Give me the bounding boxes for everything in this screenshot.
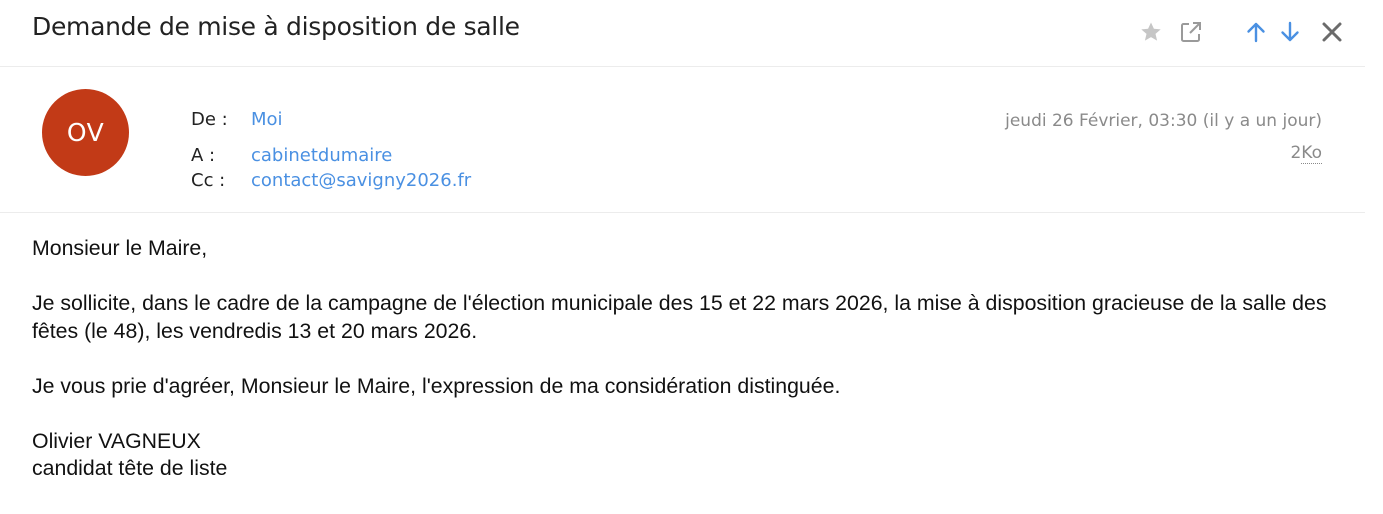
message-body: Monsieur le Maire, Je sollicite, dans le… (32, 235, 1367, 483)
signature-name: Olivier VAGNEUX (32, 428, 201, 453)
size-value: 2 (1290, 143, 1302, 163)
size-unit: Ko (1301, 143, 1322, 164)
open-external-button[interactable] (1176, 16, 1206, 48)
next-message-button[interactable] (1275, 16, 1305, 48)
message-meta: OV De : Moi A : cabinetdumaire Cc : cont… (0, 67, 1365, 213)
message-size: 2Ko (1290, 143, 1322, 164)
body-paragraph: Je sollicite, dans le cadre de la campag… (32, 291, 1327, 343)
open-external-icon (1181, 22, 1201, 42)
greeting: Monsieur le Maire, (32, 236, 208, 260)
arrow-down-icon (1281, 21, 1299, 42)
from-label: De : (191, 109, 228, 130)
previous-message-button[interactable] (1241, 16, 1271, 48)
from-link[interactable]: Moi (251, 109, 283, 130)
close-button[interactable] (1317, 16, 1347, 48)
arrow-up-icon (1247, 22, 1265, 43)
to-link[interactable]: cabinetdumaire (251, 145, 392, 166)
body-paragraph: Je vous prie d'agréer, Monsieur le Maire… (32, 373, 841, 398)
star-button[interactable] (1136, 16, 1166, 48)
star-icon (1141, 22, 1161, 41)
cc-label: Cc : (191, 170, 226, 191)
close-icon (1322, 22, 1342, 42)
message-date: jeudi 26 Février, 03:30 (il y a un jour) (1005, 111, 1322, 131)
avatar: OV (42, 89, 129, 176)
message-header: Demande de mise à disposition de salle (0, 0, 1365, 67)
message-subject: Demande de mise à disposition de salle (32, 12, 520, 41)
cc-link[interactable]: contact@savigny2026.fr (251, 170, 471, 191)
to-label: A : (191, 145, 216, 166)
signature-title: candidat tête de liste (32, 456, 228, 480)
